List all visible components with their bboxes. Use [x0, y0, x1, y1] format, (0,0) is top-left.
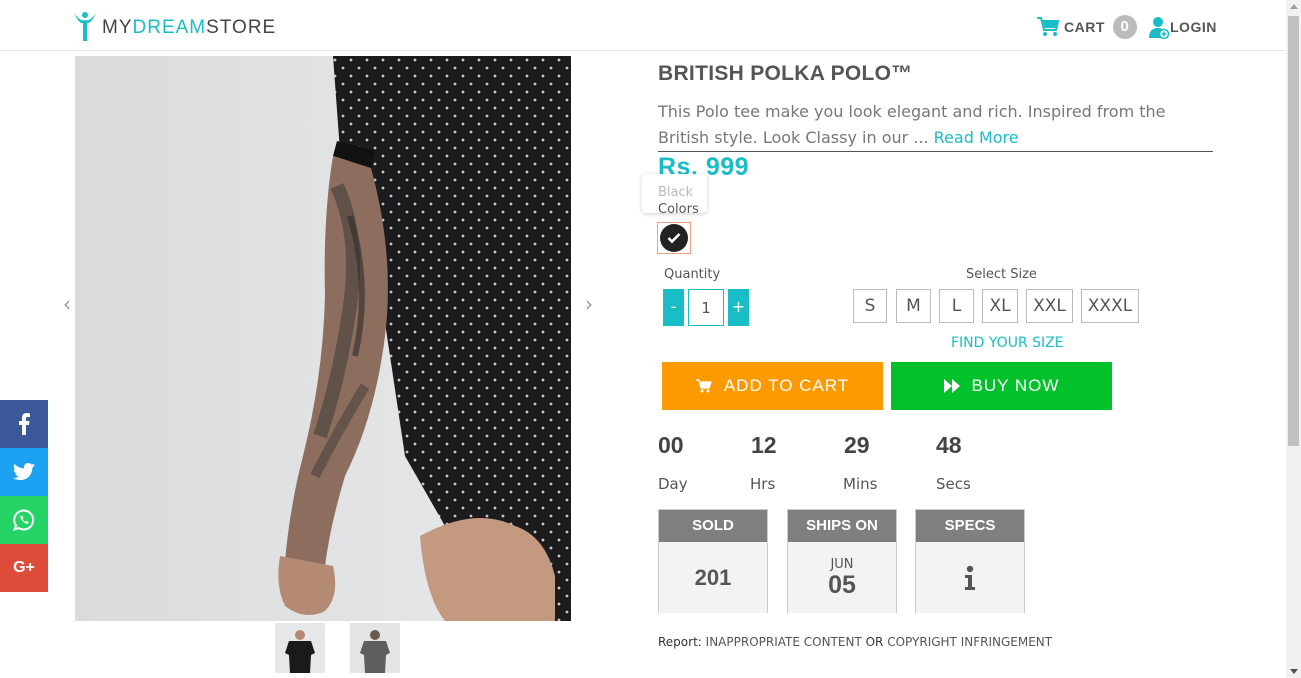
store-logo[interactable]: MYDREAMSTORE: [72, 10, 276, 42]
ships-on-header: SHIPS ON: [788, 510, 896, 542]
cart-icon: [695, 379, 712, 393]
cart-icon: [1037, 17, 1060, 36]
ships-on-day: 05: [828, 571, 856, 599]
countdown-days: 00: [658, 432, 684, 458]
countdown-minutes-label: Mins: [843, 475, 878, 493]
ships-on-box: SHIPS ON JUN 05: [787, 509, 897, 613]
quantity-increase-button[interactable]: +: [728, 289, 749, 326]
description-divider: [658, 151, 1213, 152]
buy-now-label: BUY NOW: [971, 376, 1060, 395]
cart-count-badge: 0: [1112, 15, 1137, 39]
product-main-image: [75, 56, 571, 621]
report-links: Report: INAPPROPRIATE CONTENT OR COPYRIG…: [658, 635, 1052, 649]
add-to-cart-button[interactable]: ADD TO CART: [662, 362, 883, 410]
product-title: BRITISH POLKA POLO™: [658, 62, 913, 85]
model-photo-illustration: [75, 56, 571, 621]
cart-link[interactable]: CART 0: [1036, 15, 1137, 39]
googleplus-share-button[interactable]: G+: [0, 544, 48, 592]
report-label: Report:: [658, 635, 702, 649]
whatsapp-share-button[interactable]: [0, 496, 48, 544]
countdown-hours: 12: [751, 432, 777, 458]
quantity-input[interactable]: [688, 289, 724, 326]
color-tooltip-text: Black: [658, 185, 694, 200]
cart-label: CART: [1064, 19, 1105, 35]
product-thumbnail-front[interactable]: [275, 623, 325, 673]
gallery-prev-icon[interactable]: ‹: [63, 292, 71, 316]
scroll-down-arrow-icon[interactable]: [1290, 669, 1298, 674]
countdown-minutes: 29: [844, 432, 870, 458]
report-copyright-link[interactable]: COPYRIGHT INFRINGEMENT: [887, 635, 1052, 649]
product-description: This Polo tee make you look elegant and …: [658, 99, 1208, 151]
quantity-decrease-button[interactable]: -: [663, 289, 684, 326]
facebook-icon: [19, 413, 30, 435]
checkmark-icon: [667, 233, 681, 244]
logo-text: MYDREAMSTORE: [102, 17, 277, 38]
logo-figure-icon: [74, 12, 96, 41]
size-option-xxl[interactable]: XXL: [1026, 289, 1073, 323]
info-icon: [965, 565, 975, 590]
read-more-link[interactable]: Read More: [934, 128, 1019, 147]
login-label: LOGIN: [1170, 19, 1217, 35]
select-size-label: Select Size: [966, 267, 1037, 282]
twitter-share-button[interactable]: [0, 448, 48, 496]
countdown-hours-label: Hrs: [750, 475, 776, 493]
size-option-m[interactable]: M: [896, 289, 931, 323]
site-header: MYDREAMSTORE CART 0 LOGIN: [0, 0, 1286, 51]
report-or-text: OR: [865, 635, 884, 649]
gallery-next-icon[interactable]: ›: [585, 292, 593, 316]
colors-label: Colors: [658, 202, 699, 217]
find-your-size-link[interactable]: FIND YOUR SIZE: [951, 335, 1064, 351]
ships-on-month: JUN: [830, 557, 854, 572]
thumbnail-back-image: [350, 623, 400, 673]
add-to-cart-label: ADD TO CART: [723, 376, 850, 395]
size-option-xl[interactable]: XL: [982, 289, 1018, 323]
countdown-seconds: 48: [936, 432, 962, 458]
countdown-seconds-label: Secs: [936, 475, 971, 493]
color-swatch-black[interactable]: [660, 224, 688, 252]
countdown-days-label: Day: [658, 475, 688, 493]
scroll-up-arrow-icon[interactable]: [1290, 4, 1298, 9]
description-text: This Polo tee make you look elegant and …: [658, 102, 1166, 147]
user-add-icon: [1149, 17, 1170, 39]
size-option-l[interactable]: L: [939, 289, 974, 323]
googleplus-icon: G+: [13, 559, 35, 576]
twitter-icon: [13, 463, 35, 480]
page-scrollbar[interactable]: [1286, 0, 1301, 678]
facebook-share-button[interactable]: [0, 400, 48, 448]
login-link[interactable]: LOGIN: [1148, 15, 1217, 39]
fast-forward-icon: [943, 379, 960, 393]
size-option-xxxl[interactable]: XXXL: [1081, 289, 1139, 323]
product-thumbnail-back[interactable]: [350, 623, 400, 673]
quantity-label: Quantity: [664, 267, 721, 282]
whatsapp-icon: [13, 509, 35, 531]
buy-now-button[interactable]: BUY NOW: [891, 362, 1112, 410]
specs-header: SPECS: [916, 510, 1024, 542]
size-option-s[interactable]: S: [853, 289, 887, 323]
sold-box: SOLD 201: [658, 509, 768, 613]
sold-count: 201: [694, 564, 732, 590]
report-inappropriate-link[interactable]: INAPPROPRIATE CONTENT: [706, 635, 862, 649]
specs-box[interactable]: SPECS: [915, 509, 1025, 613]
scroll-thumb[interactable]: [1288, 16, 1299, 446]
thumbnail-front-image: [275, 623, 325, 673]
sold-header: SOLD: [659, 510, 767, 542]
